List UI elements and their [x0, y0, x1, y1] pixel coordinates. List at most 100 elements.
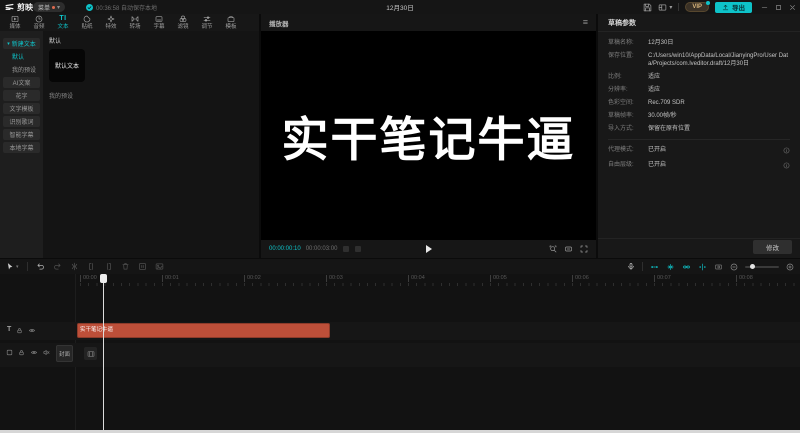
trim-right-button[interactable] — [104, 262, 113, 271]
delete-button[interactable] — [121, 262, 130, 271]
field-free-layer: 自由层级: 已开启 — [608, 161, 790, 169]
draft-params-title: 草稿参数 — [608, 19, 636, 27]
vip-badge[interactable]: VIP — [685, 1, 710, 12]
zoom-out-button[interactable] — [730, 263, 738, 271]
field-draft-name: 草稿名称: 12月30日 — [608, 40, 674, 46]
mute-icon[interactable] — [43, 349, 50, 356]
auto-snap-toggle[interactable] — [666, 263, 675, 271]
info-icon[interactable] — [783, 147, 790, 154]
sidebar-item-lyrics-recognition[interactable]: 识别歌词 — [3, 116, 40, 127]
chevron-down-icon: ▾ — [57, 4, 61, 11]
undo-button[interactable] — [36, 262, 45, 271]
field-import-mode: 导入方式: 保留在原有位置 — [608, 126, 691, 132]
effects-icon — [107, 15, 115, 23]
sidebar-item-text-template[interactable]: 文字模板 — [3, 103, 40, 114]
sidebar-item-new-text[interactable]: ▾ 新建文本 — [3, 38, 40, 49]
tab-media[interactable]: 媒体 — [3, 14, 27, 31]
export-button[interactable]: 导出 — [715, 1, 752, 13]
media-icon — [11, 16, 19, 22]
split-button[interactable] — [70, 262, 79, 271]
record-voiceover-button[interactable] — [627, 262, 635, 271]
save-icon[interactable] — [643, 3, 652, 12]
autosave-cloud-icon — [86, 4, 93, 11]
tab-audio[interactable]: 音频 — [27, 14, 51, 31]
info-icon[interactable] — [783, 162, 790, 169]
eye-icon[interactable] — [28, 327, 36, 334]
timeline-panel: ▾ 00:00 00:01 00:02 00:03 00:04 00:05 00… — [0, 259, 800, 430]
tab-sticker[interactable]: 贴纸 — [75, 14, 99, 31]
menu-notification-dot — [52, 5, 56, 9]
tab-captions[interactable]: 字幕 — [147, 14, 171, 31]
tab-effects[interactable]: 特效 — [99, 14, 123, 31]
adjust-icon — [203, 16, 211, 22]
caret-down-icon: ▾ — [7, 40, 10, 47]
linkage-toggle[interactable] — [682, 263, 691, 271]
text-clip[interactable]: 实干笔记牛逼 — [77, 323, 330, 338]
video-text-overlay[interactable]: 实干笔记牛逼 — [282, 101, 576, 170]
timeline-zoom-slider[interactable] — [745, 263, 779, 269]
audio-icon — [35, 15, 43, 23]
minimize-button[interactable] — [761, 4, 768, 11]
resource-panel: 媒体 音频 TI 文本 贴纸 特效 转场 字幕 滤镜 调节 模板 ▾ 新建文本 … — [0, 14, 259, 258]
sidebar-item-ai-copy[interactable]: AI文案 — [3, 77, 40, 88]
template-icon — [227, 16, 235, 22]
frame-backward-button[interactable] — [343, 246, 350, 252]
eye-icon[interactable] — [30, 349, 38, 356]
lock-icon[interactable] — [18, 349, 25, 356]
tab-text[interactable]: TI 文本 — [51, 14, 75, 31]
player-controls: 00:00:00:10 00:00:03:00 — [261, 240, 596, 258]
modify-button[interactable]: 修改 — [753, 240, 792, 254]
default-text-card[interactable]: 默认文本 — [49, 49, 85, 82]
sidebar-item-default[interactable]: 默认 — [3, 51, 40, 62]
field-frame-rate: 草稿帧率: 30.00帧/秒 — [608, 113, 677, 119]
titlebar: 剪映 菜单 ▾ 00:36:58 自动保存本地 12月30日 ▾ VIP 导出 — [0, 0, 800, 14]
tab-template[interactable]: 模板 — [219, 14, 243, 31]
zoom-slider-knob[interactable] — [750, 263, 755, 269]
current-time: 00:00:00:10 — [269, 246, 301, 252]
main-track-magnet-toggle[interactable] — [650, 263, 659, 271]
text-clip-label: 实干笔记牛逼 — [80, 327, 114, 333]
tab-adjust[interactable]: 调节 — [195, 14, 219, 31]
maximize-button[interactable] — [775, 4, 782, 11]
canvas-ratio-icon[interactable] — [564, 245, 573, 253]
video-track-header — [6, 349, 62, 356]
sidebar-item-local-captions[interactable]: 本地字幕 — [3, 142, 40, 153]
export-icon — [722, 4, 729, 10]
fullscreen-icon[interactable] — [580, 245, 588, 253]
inout-point-toggle[interactable] — [714, 263, 723, 271]
draft-params-panel: 草稿参数 草稿名称: 12月30日 保存位置: C:/Users/win10/A… — [598, 14, 800, 258]
sidebar-item-fancy-text[interactable]: 花字 — [3, 90, 40, 101]
video-canvas[interactable]: 实干笔记牛逼 — [261, 31, 596, 240]
select-tool-button[interactable]: ▾ — [6, 262, 19, 271]
freeze-frame-button[interactable] — [138, 262, 147, 271]
playhead[interactable] — [100, 274, 107, 430]
fit-canvas-icon[interactable] — [549, 245, 557, 253]
divider — [26, 262, 28, 271]
player-menu-icon[interactable]: ≡ — [583, 18, 588, 27]
layout-switch-button[interactable]: ▾ — [658, 3, 672, 12]
redo-button[interactable] — [53, 262, 62, 271]
play-button[interactable] — [425, 245, 432, 253]
main-track-placeholder-icon[interactable] — [84, 347, 97, 360]
chevron-down-icon: ▾ — [669, 4, 673, 11]
sidebar-item-smart-captions[interactable]: 智能字幕 — [3, 129, 40, 140]
trim-left-button[interactable] — [87, 262, 96, 271]
frame-forward-button[interactable] — [355, 246, 362, 252]
filter-icon — [179, 15, 187, 22]
zoom-in-button[interactable] — [786, 263, 794, 271]
vip-notification-dot — [706, 1, 710, 5]
timeline-ruler[interactable]: 00:00 00:01 00:02 00:03 00:04 00:05 00:0… — [75, 274, 800, 287]
matting-tool-button[interactable] — [155, 262, 164, 271]
menu-button[interactable]: 菜单 ▾ — [33, 2, 66, 12]
text-track-icon: T — [7, 326, 12, 333]
tab-transition[interactable]: 转场 — [123, 14, 147, 31]
close-button[interactable] — [789, 4, 796, 11]
playhead-handle[interactable] — [100, 274, 107, 283]
section-presets-title: 我的预设 — [49, 94, 74, 100]
lock-icon[interactable] — [16, 327, 23, 334]
timeline-toolbar: ▾ — [0, 259, 800, 274]
cover-button[interactable]: 封面 — [56, 345, 73, 362]
preview-axis-toggle[interactable] — [698, 263, 707, 271]
tab-filter[interactable]: 滤镜 — [171, 14, 195, 31]
sidebar-item-my-presets[interactable]: 我的预设 — [3, 64, 40, 75]
